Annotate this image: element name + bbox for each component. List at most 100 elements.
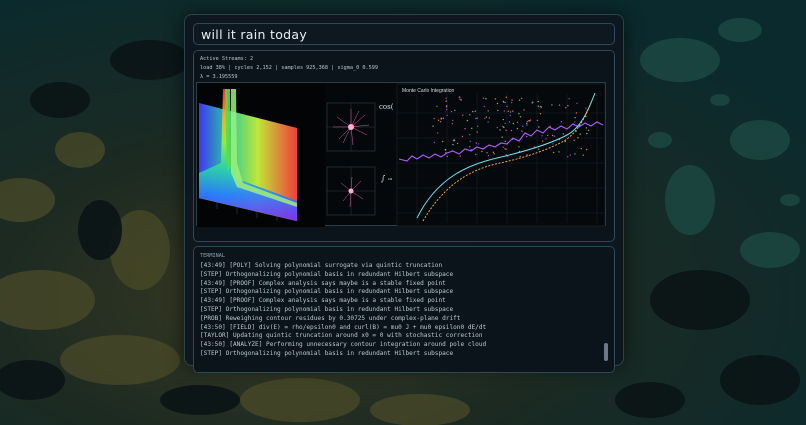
sample-point (469, 146, 471, 148)
sample-point (504, 140, 506, 142)
sample-point (472, 110, 474, 113)
sample-point (523, 109, 525, 111)
sample-point (538, 148, 540, 150)
sample-point (551, 134, 554, 137)
terminal-line: [43:50] [ANALYZE] Performing unnecessary… (200, 341, 487, 349)
sample-point (537, 100, 539, 103)
sample-point (576, 102, 578, 104)
sample-point (497, 109, 499, 112)
terminal-line: [43:50] [FIELD] div(E) = rho/epsilon0 an… (200, 323, 487, 331)
sample-point (459, 96, 461, 98)
terminal-line: [43:49] [PROOF] Complex analysis says ma… (200, 297, 446, 305)
sample-point (504, 122, 506, 125)
sample-point (453, 138, 455, 141)
sample-point (518, 113, 520, 115)
sample-point (537, 105, 540, 107)
sample-point (585, 107, 587, 109)
sample-point (493, 153, 495, 155)
sample-point (526, 122, 528, 125)
sample-point (567, 105, 569, 107)
lambda-label: λ = 3.195559 (200, 74, 238, 80)
sample-point (484, 117, 486, 120)
sample-point (481, 150, 483, 153)
sample-point (552, 151, 555, 154)
sample-point (499, 129, 501, 131)
sample-point (437, 119, 440, 121)
sample-point (440, 117, 442, 119)
load-stats-label: load 38% | cycles 2,152 | samples 925,36… (200, 65, 379, 71)
sample-point (582, 154, 584, 156)
sample-point (526, 120, 528, 123)
sample-point (459, 155, 461, 157)
sample-point (485, 98, 487, 100)
sample-point (516, 121, 519, 123)
sample-point (452, 119, 454, 122)
formula-cos: cos( (379, 103, 394, 111)
sample-point (541, 135, 543, 137)
visualization-area: cos( ∫ ca Monte Carlo Integration (196, 82, 606, 227)
sample-point (587, 129, 590, 131)
terminal-line: [STEP] Orthogonalizing polynomial basis … (200, 288, 454, 296)
sample-point (437, 132, 439, 134)
sample-point (502, 146, 504, 148)
sample-point (501, 136, 503, 138)
sample-point (564, 140, 566, 143)
sample-point (496, 126, 498, 129)
sample-point (433, 141, 436, 144)
sample-point (536, 119, 539, 122)
terminal-panel[interactable]: TERMINAL [43:49] [POLY] Solving polynomi… (193, 246, 615, 373)
sample-point (492, 151, 495, 153)
sample-point (510, 129, 513, 132)
sample-point (445, 106, 448, 108)
sample-point (483, 105, 485, 108)
sample-point (585, 127, 588, 129)
sample-point (568, 98, 570, 100)
sample-point (538, 126, 540, 128)
sample-point (446, 114, 448, 116)
visualization-svg: cos( ∫ ca Monte Carlo Integration (197, 83, 606, 227)
terminal-line: [STEP] Orthogonalizing polynomial basis … (200, 270, 454, 278)
sample-point (461, 135, 464, 138)
sample-point (519, 116, 522, 118)
sample-point (565, 107, 567, 109)
sample-point (522, 125, 524, 127)
sample-point (496, 102, 499, 105)
sample-point (477, 143, 480, 145)
sample-point (502, 118, 504, 121)
sample-point (476, 117, 478, 119)
sample-point (459, 98, 461, 100)
sample-point (504, 148, 506, 150)
sample-point (475, 142, 477, 144)
sample-point (475, 153, 477, 156)
rose-plot-bottom (326, 166, 376, 216)
sample-point (540, 106, 542, 108)
sample-point (464, 128, 466, 130)
sample-point (573, 139, 575, 141)
terminal-line: [43:49] [POLY] Solving polynomial surrog… (200, 262, 443, 269)
sample-point (551, 104, 553, 106)
terminal-log: [43:49] [POLY] Solving polynomial surrog… (200, 262, 614, 359)
sample-point (518, 99, 521, 101)
sample-point (494, 98, 497, 100)
formula-integral-suffix: ca (388, 177, 392, 181)
sample-point (462, 114, 464, 116)
sample-point (475, 117, 477, 120)
sample-point (562, 133, 564, 135)
sample-point (502, 126, 504, 128)
sample-point (450, 110, 453, 113)
sample-point (446, 104, 448, 107)
sample-point (446, 108, 448, 111)
sample-point (509, 114, 511, 117)
sample-point (526, 124, 528, 126)
sample-point (456, 142, 459, 145)
sample-point (433, 117, 435, 120)
sample-point (575, 112, 578, 114)
sample-point (574, 121, 576, 123)
terminal-scrollbar[interactable] (604, 343, 608, 361)
sample-point (574, 153, 576, 155)
sample-point (505, 96, 508, 98)
sample-point (586, 148, 588, 151)
sample-point (547, 134, 549, 137)
sample-point (442, 117, 444, 119)
sample-point (586, 132, 588, 135)
